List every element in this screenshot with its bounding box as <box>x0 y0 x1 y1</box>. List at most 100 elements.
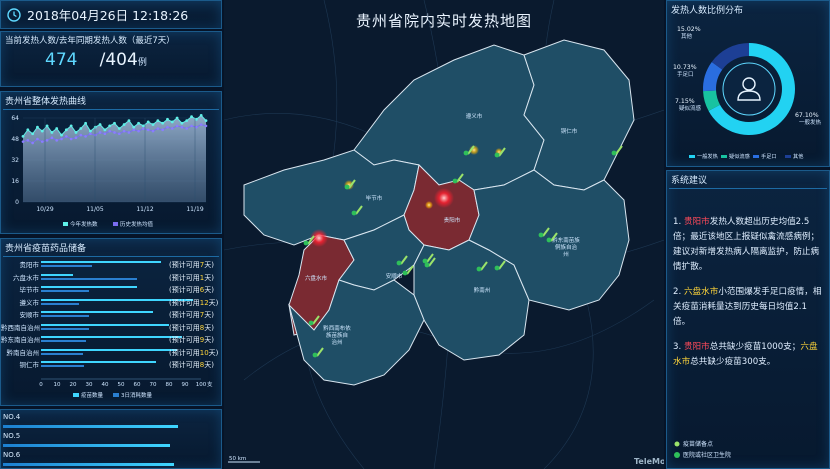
slice-sublabel: 一般发热 <box>799 118 822 126</box>
pie-legend-label: 手足口 <box>761 152 777 160</box>
point-this-year <box>117 127 121 130</box>
current-fever-count: 474 <box>45 50 78 70</box>
point-history <box>89 132 92 136</box>
bar-stock <box>41 286 137 288</box>
x-tick-label: 50 <box>118 382 125 388</box>
advice-item-1: 1. 贵阳市发热人数超出历史均值2.5倍；最近该地区上报疑似禽流感病例；建议对新… <box>673 217 820 272</box>
vaccine-row: 安顺市 (预计可用7天) <box>1 309 223 319</box>
clinic-marker[interactable] <box>344 184 350 190</box>
legend-clinic: 医院或社区卫生院 <box>683 451 731 459</box>
point-history <box>161 128 164 132</box>
point-this-year <box>40 129 44 133</box>
clinic-marker[interactable] <box>402 270 408 276</box>
slice-sublabel: 其他 <box>681 32 693 40</box>
bar-stock <box>41 311 153 313</box>
bar-usage <box>41 290 89 292</box>
point-this-year <box>175 116 179 120</box>
x-tick-label: 10/29 <box>36 206 53 213</box>
bar-stock <box>41 348 177 351</box>
clinic-marker[interactable] <box>611 150 617 156</box>
x-tick-label: 90 <box>182 382 189 388</box>
city-label: 六盘水市 <box>305 274 328 282</box>
region-tongren[interactable] <box>523 39 635 191</box>
vaccine-city-label: 安顺市 <box>19 311 40 319</box>
city-highlight: 贵阳市 <box>683 217 710 227</box>
point-history <box>170 127 174 130</box>
point-this-year <box>204 119 208 123</box>
x-tick-label: 80 <box>166 382 173 388</box>
y-tick-label: 0 <box>15 199 19 206</box>
vaccine-days-text: (预计可用7天) <box>169 311 214 319</box>
legend-swatch <box>785 155 791 158</box>
point-this-year <box>127 119 131 123</box>
clinic-marker[interactable] <box>424 262 430 268</box>
slice-sublabel: 手足口 <box>677 70 694 78</box>
vaccine-days-text: (预计可用9天) <box>169 336 214 344</box>
point-history <box>142 127 145 130</box>
rank-label: NO.5 <box>3 432 21 440</box>
donut-center <box>722 62 776 116</box>
clinic-marker[interactable] <box>538 232 544 238</box>
clinic-marker[interactable] <box>463 150 469 156</box>
legend-swatch <box>113 222 118 226</box>
vaccine-axis: 0 10 20 30 40 50 60 70 80 90 100 支疫苗数量 3日消耗数量 <box>39 378 213 399</box>
point-this-year <box>64 128 68 132</box>
vaccine-city-label: 黔东南自治州 <box>1 336 40 344</box>
point-this-year <box>98 123 102 126</box>
legend-this-year: 今年发热数 <box>70 220 98 228</box>
point-history <box>40 140 44 143</box>
point-this-year <box>122 123 126 126</box>
bar-usage <box>41 315 89 317</box>
clinic-marker[interactable] <box>396 260 402 266</box>
bar-stock <box>41 361 157 363</box>
point-this-year <box>45 124 49 128</box>
advice-item-2: 2. 六盘水市小范围爆发手足口疫情，相关疫苗消耗量达到历史每日均值2.1倍。 <box>673 287 822 327</box>
vaccine-days-text: (预计可用6天) <box>169 286 214 294</box>
days-value: 12 <box>199 298 209 307</box>
clinic-marker[interactable] <box>308 320 314 326</box>
x-tick-label: 11/19 <box>186 206 203 213</box>
point-this-year <box>113 121 116 125</box>
point-this-year <box>156 119 160 123</box>
last-year-fever-count: /404 <box>99 50 138 70</box>
city-label: 安顺市 <box>386 272 403 280</box>
advice-title: 系统建议 <box>671 176 708 186</box>
point-history <box>98 131 102 134</box>
point-history <box>151 129 155 133</box>
clinic-marker[interactable] <box>494 265 500 271</box>
point-history <box>65 135 68 138</box>
clinic-marker[interactable] <box>452 178 458 184</box>
point-this-year <box>36 125 39 129</box>
x-tick-label: 40 <box>102 382 109 388</box>
clinic-marker[interactable] <box>494 152 500 158</box>
clinic-icon <box>674 452 680 458</box>
clinic-marker[interactable] <box>303 240 309 246</box>
legend-swatch <box>113 393 119 397</box>
clinic-marker[interactable] <box>351 210 357 216</box>
ratio-title: 发热人数比例分布 <box>671 6 744 16</box>
y-tick-label: 64 <box>11 115 19 122</box>
clinic-marker[interactable] <box>476 266 482 272</box>
point-history <box>113 131 116 134</box>
fever-count-panel: 当前发热人数/去年同期发热人数（最近7天） 474 /404例 <box>0 31 222 87</box>
point-this-year <box>103 128 107 132</box>
point-this-year <box>132 125 136 129</box>
x-tick-label: 20 <box>70 382 77 388</box>
rank-bar <box>3 425 179 428</box>
point-this-year <box>194 117 198 121</box>
bar-stock <box>41 336 182 338</box>
slice-label: 67.10% <box>795 112 819 119</box>
clinic-marker[interactable] <box>546 237 552 243</box>
point-history <box>26 139 30 142</box>
point-this-year <box>89 129 92 133</box>
vaccine-row: 黔南自治州 (预计可用10天) <box>1 347 223 357</box>
clinic-marker[interactable] <box>312 352 318 358</box>
bar-usage <box>41 277 137 280</box>
vaccine-days-text: (预计可用1天) <box>169 273 214 282</box>
point-this-year <box>84 121 88 125</box>
fever-count-unit: 例 <box>137 58 147 68</box>
pie-legend-label: 其他 <box>793 152 803 160</box>
point-this-year <box>74 131 78 134</box>
point-history <box>55 139 59 142</box>
bar-usage <box>41 302 80 305</box>
